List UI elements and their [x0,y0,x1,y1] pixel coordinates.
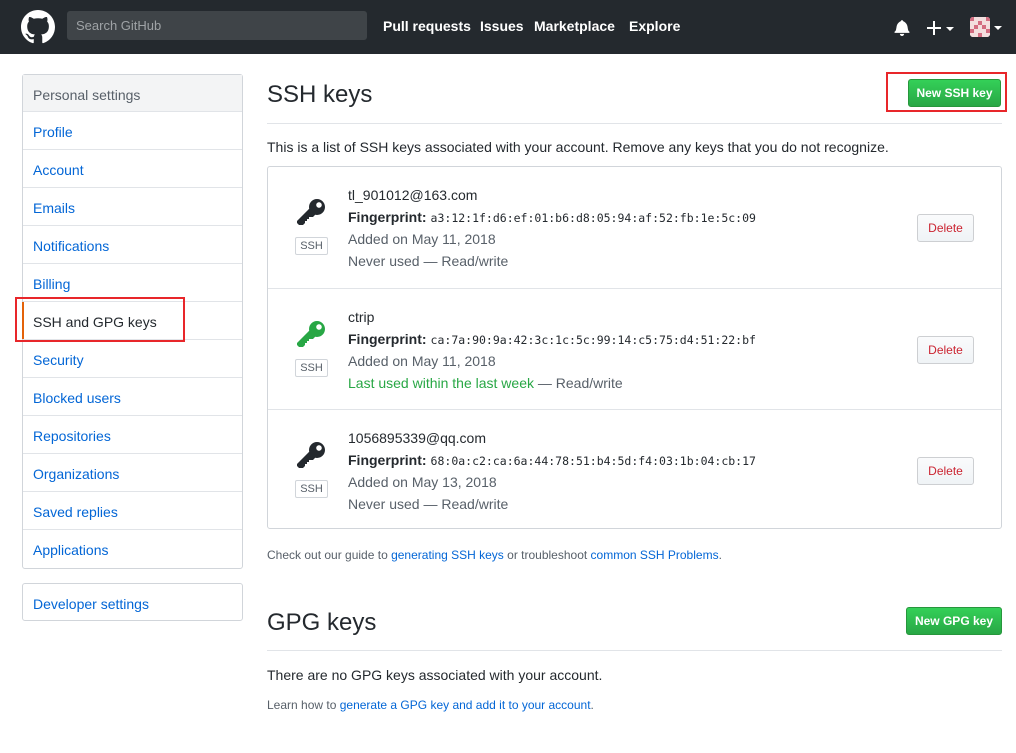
key-last-used: Never used [348,253,420,269]
key-added-date: Added on May 11, 2018 [348,353,496,369]
key-icon [297,442,325,468]
generate-gpg-key-link[interactable]: generate a GPG key and add it to your ac… [340,698,591,712]
sidebar-item-profile[interactable]: Profile [23,112,242,150]
user-menu[interactable] [970,17,1004,37]
key-title: 1056895339@qq.com [348,430,486,446]
sidebar-item-account[interactable]: Account [23,150,242,188]
nav-explore[interactable]: Explore [629,18,680,34]
fingerprint-value: a3:12:1f:d6:ef:01:b6:d8:05:94:af:52:fb:1… [430,211,756,225]
new-gpg-key-button[interactable]: New GPG key [906,607,1002,635]
key-access: Read/write [555,375,623,391]
key-added-date: Added on May 13, 2018 [348,474,497,490]
bell-icon[interactable] [894,19,910,36]
site-header: Search GitHub Pull requests Issues Marke… [0,0,1016,54]
menu-heading: Personal settings [23,75,242,112]
ssh-help-note: Check out our guide to generating SSH ke… [267,548,722,562]
avatar-identicon [970,17,990,37]
key-last-used: Never used [348,496,420,512]
key-title: ctrip [348,309,375,325]
key-added-date: Added on May 11, 2018 [348,231,496,247]
key-usage: Never used — Read/write [348,496,508,512]
gpg-empty-text: There are no GPG keys associated with yo… [267,667,603,683]
avatar [970,17,990,37]
sidebar-item-security[interactable]: Security [23,340,242,378]
key-icon [297,321,325,347]
ssh-keys-title: SSH keys [267,81,373,108]
note-text: Learn how to [267,698,340,712]
sidebar-item-blocked-users[interactable]: Blocked users [23,378,242,416]
sidebar-item-notifications[interactable]: Notifications [23,226,242,264]
note-text: or troubleshoot [503,548,591,562]
key-usage-separator: — [419,496,442,512]
list-item: SSH tl_901012@163.com Fingerprint: a3:12:… [268,167,1001,288]
sidebar-item-repositories[interactable]: Repositories [23,416,242,454]
nav-pull-requests[interactable]: Pull requests [383,18,471,34]
sidebar-item-applications[interactable]: Applications [23,530,242,568]
common-ssh-problems-link[interactable]: common SSH Problems [591,548,719,562]
key-access: Read/write [441,496,509,512]
delete-key-button[interactable]: Delete [917,457,974,485]
key-fingerprint: Fingerprint: a3:12:1f:d6:ef:01:b6:d8:05:9… [348,209,756,225]
key-last-used: Last used within the last week [348,375,534,391]
note-text: Check out our guide to [267,548,392,562]
gpg-keys-title: GPG keys [267,609,377,636]
sidebar-item-organizations[interactable]: Organizations [23,454,242,492]
chevron-down-icon [946,27,954,31]
key-icon [297,199,325,225]
sidebar-item-developer-settings[interactable]: Developer settings [22,583,243,621]
delete-key-button[interactable]: Delete [917,336,974,364]
nav-marketplace[interactable]: Marketplace [534,18,615,34]
fingerprint-label: Fingerprint: [348,452,427,468]
key-usage: Never used — Read/write [348,253,508,269]
ssh-badge: SSH [295,480,328,498]
generating-ssh-keys-link[interactable]: generating SSH keys [391,548,504,562]
ssh-key-list: SSH tl_901012@163.com Fingerprint: a3:12:… [267,166,1002,529]
sidebar-item-saved-replies[interactable]: Saved replies [23,492,242,530]
delete-key-button[interactable]: Delete [917,214,974,242]
nav-issues[interactable]: Issues [480,18,524,34]
ssh-intro-text: This is a list of SSH keys associated wi… [267,139,889,155]
fingerprint-value: ca:7a:90:9a:42:3c:1c:5c:99:14:c5:75:d4:5… [430,333,756,347]
key-access: Read/write [441,253,509,269]
search-placeholder: Search GitHub [76,18,162,33]
note-text: . [590,698,594,712]
annotation-highlight-box [15,297,185,342]
sidebar-item-emails[interactable]: Emails [23,188,242,226]
fingerprint-label: Fingerprint: [348,331,427,347]
annotation-highlight-box [886,72,1007,112]
github-logo-icon[interactable] [21,10,55,44]
list-item: SSH ctrip Fingerprint: ca:7a:90:9a:42:3c:… [268,288,1001,409]
ssh-badge: SSH [295,359,328,377]
key-title: tl_901012@163.com [348,187,478,203]
ssh-badge: SSH [295,237,328,255]
plus-icon [927,21,941,35]
key-usage: Last used within the last week — Read/wr… [348,375,623,391]
fingerprint-label: Fingerprint: [348,209,427,225]
note-text: . [718,548,722,562]
gpg-help-note: Learn how to generate a GPG key and add … [267,698,594,712]
search-input[interactable]: Search GitHub [67,11,367,40]
key-fingerprint: Fingerprint: 68:0a:c2:ca:6a:44:78:51:b4:5… [348,452,756,468]
chevron-down-icon [994,26,1002,30]
key-usage-separator: — [534,375,556,391]
fingerprint-value: 68:0a:c2:ca:6a:44:78:51:b4:5d:f4:03:1b:0… [430,454,756,468]
create-new-menu[interactable] [927,19,957,37]
key-usage-separator: — [419,253,442,269]
key-fingerprint: Fingerprint: ca:7a:90:9a:42:3c:1c:5c:99:1… [348,331,756,347]
divider [267,650,1002,651]
list-item: SSH 1056895339@qq.com Fingerprint: 68:0a:… [268,409,1001,530]
divider [267,123,1002,124]
